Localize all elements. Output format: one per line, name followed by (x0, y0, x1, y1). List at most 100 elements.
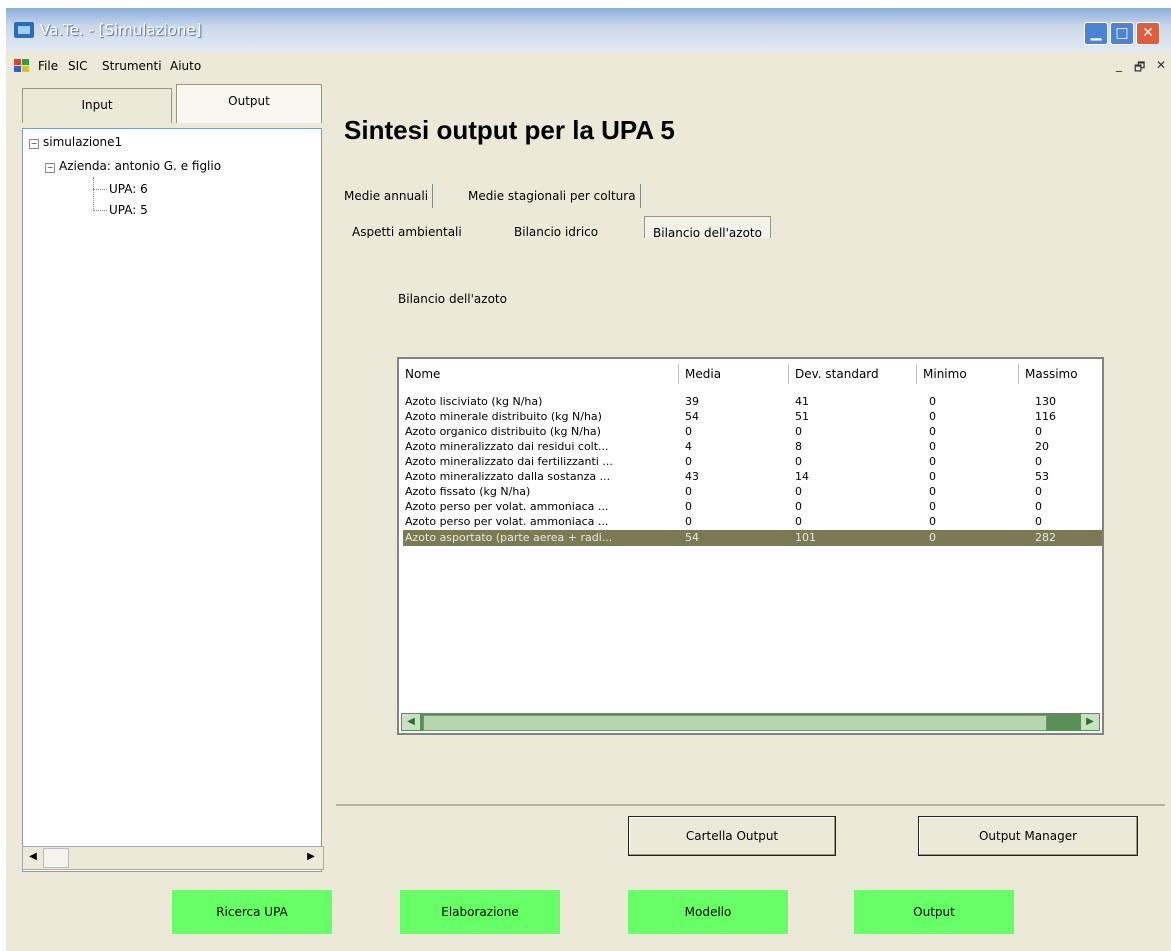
cell-minimo: 0 (929, 410, 936, 423)
scroll-left-icon[interactable]: ◀ (402, 714, 420, 730)
cell-massimo: 0 (1035, 485, 1042, 498)
table-row[interactable]: Azoto lisciviato (kg N/ha) 39 41 0 130 (403, 395, 1102, 409)
app-icon (14, 22, 34, 38)
column-header-nome[interactable]: Nome (401, 364, 679, 384)
menu-sic[interactable]: SIC (68, 59, 88, 73)
tree-horizontal-scrollbar[interactable]: ◀ ▶ (22, 846, 324, 870)
cell-minimo: 0 (929, 455, 936, 468)
modello-button[interactable]: Modello (628, 890, 788, 934)
cell-massimo: 130 (1035, 395, 1056, 408)
section-caption: Bilancio dell'azoto (398, 292, 507, 306)
minimize-button[interactable]: ▁ (1084, 22, 1108, 45)
tab-input[interactable]: Input (22, 88, 172, 123)
cell-nome: Azoto asportato (parte aerea + radi... (405, 531, 613, 544)
tree-line (93, 210, 107, 212)
scrollbar-thumb[interactable] (423, 715, 1047, 731)
tab-medie-stagionali[interactable]: Medie stagionali per coltura (464, 184, 641, 208)
simulation-tree: − simulazione1 − Azienda: antonio G. e f… (22, 128, 322, 872)
scroll-left-icon[interactable]: ◀ (25, 849, 41, 865)
cell-media: 43 (685, 470, 699, 483)
cell-nome: Azoto mineralizzato dai fertilizzanti ..… (405, 455, 613, 468)
cell-nome: Azoto perso per volat. ammoniaca ... (405, 515, 609, 528)
output-manager-button[interactable]: Output Manager (918, 816, 1138, 856)
cell-massimo: 20 (1035, 440, 1049, 453)
tab-medie-annuali[interactable]: Medie annuali (340, 184, 434, 208)
divider (336, 804, 1165, 806)
table-row[interactable]: Azoto mineralizzato dai residui colt... … (403, 440, 1102, 454)
output-button[interactable]: Output (854, 890, 1014, 934)
column-header-minimo[interactable]: Minimo (919, 364, 1019, 384)
cell-media: 0 (685, 455, 692, 468)
table-row[interactable]: Azoto minerale distribuito (kg N/ha) 54 … (403, 410, 1102, 424)
cell-media: 4 (685, 440, 692, 453)
cell-minimo: 0 (929, 500, 936, 513)
cell-nome: Azoto lisciviato (kg N/ha) (405, 395, 543, 408)
menu-aiuto[interactable]: Aiuto (170, 59, 201, 73)
table-row[interactable]: Azoto perso per volat. ammoniaca ... 0 0… (403, 515, 1102, 529)
maximize-button[interactable]: □ (1110, 22, 1134, 45)
cell-media: 54 (685, 410, 699, 423)
close-button[interactable]: ✕ (1136, 22, 1160, 45)
cell-nome: Azoto organico distribuito (kg N/ha) (405, 425, 601, 438)
table-row-selected[interactable]: Azoto asportato (parte aerea + radi... 5… (403, 530, 1102, 546)
cell-dev-standard: 41 (795, 395, 809, 408)
mdi-restore-button[interactable]: 🗗 (1134, 58, 1145, 79)
menu-file[interactable]: File (38, 59, 58, 73)
cell-massimo: 0 (1035, 455, 1042, 468)
cell-massimo: 0 (1035, 425, 1042, 438)
cell-dev-standard: 0 (795, 500, 802, 513)
cell-dev-standard: 8 (795, 440, 802, 453)
cell-media: 0 (685, 515, 692, 528)
table-horizontal-scrollbar[interactable]: ◀ ▶ (401, 713, 1100, 731)
mdi-minimize-button[interactable]: _ (1116, 58, 1122, 72)
cell-dev-standard: 14 (795, 470, 809, 483)
menu-strumenti[interactable]: Strumenti (102, 59, 162, 73)
tree-node-farm[interactable]: Azienda: antonio G. e figlio (59, 159, 221, 173)
cell-minimo: 0 (929, 395, 936, 408)
cell-minimo: 0 (929, 485, 936, 498)
cartella-output-button[interactable]: Cartella Output (628, 816, 836, 856)
cell-media: 0 (685, 485, 692, 498)
cell-minimo: 0 (929, 425, 936, 438)
column-header-media[interactable]: Media (681, 364, 789, 384)
cell-nome: Azoto mineralizzato dai residui colt... (405, 440, 609, 453)
column-header-massimo[interactable]: Massimo (1021, 364, 1102, 384)
scroll-right-icon[interactable]: ▶ (1081, 714, 1099, 730)
table-row[interactable]: Azoto perso per volat. ammoniaca ... 0 0… (403, 500, 1102, 514)
cell-dev-standard: 51 (795, 410, 809, 423)
mdi-close-button[interactable]: ✕ (1156, 58, 1166, 72)
table-row[interactable]: Azoto organico distribuito (kg N/ha) 0 0… (403, 425, 1102, 439)
menu-bar: File SIC Strumenti Aiuto _ 🗗 ✕ (6, 54, 1171, 78)
scroll-right-icon[interactable]: ▶ (303, 849, 319, 865)
table-row[interactable]: Azoto mineralizzato dalla sostanza ... 4… (403, 470, 1102, 484)
cell-nome: Azoto minerale distribuito (kg N/ha) (405, 410, 602, 423)
cell-media: 54 (685, 531, 699, 544)
table-row[interactable]: Azoto fissato (kg N/ha) 0 0 0 0 (403, 485, 1102, 499)
collapse-icon[interactable]: − (29, 139, 39, 149)
column-header-dev-standard[interactable]: Dev. standard (791, 364, 917, 384)
tree-node-upa-6[interactable]: UPA: 6 (109, 182, 148, 196)
cell-massimo: 282 (1035, 531, 1056, 544)
scrollbar-thumb[interactable] (43, 848, 69, 868)
cell-dev-standard: 0 (795, 515, 802, 528)
cell-dev-standard: 0 (795, 455, 802, 468)
collapse-icon[interactable]: − (45, 163, 55, 173)
mdi-child-icon[interactable] (14, 59, 30, 73)
tab-output[interactable]: Output (176, 84, 322, 123)
cell-media: 0 (685, 500, 692, 513)
cell-massimo: 53 (1035, 470, 1049, 483)
tree-line (93, 177, 95, 209)
tree-node-upa-5[interactable]: UPA: 5 (109, 203, 148, 217)
cell-dev-standard: 101 (795, 531, 816, 544)
cell-dev-standard: 0 (795, 485, 802, 498)
tree-line (93, 189, 107, 191)
elaborazione-button[interactable]: Elaborazione (400, 890, 560, 934)
table-row[interactable]: Azoto mineralizzato dai fertilizzanti ..… (403, 455, 1102, 469)
title-bar: Va.Te. - [Simulazione] ▁ □ ✕ (6, 8, 1171, 52)
cell-dev-standard: 0 (795, 425, 802, 438)
left-panel: Input Output − simulazione1 − Azienda: a… (16, 84, 322, 872)
tree-node-simulation[interactable]: simulazione1 (43, 135, 122, 149)
application-window: Va.Te. - [Simulazione] ▁ □ ✕ File SIC St… (6, 8, 1171, 951)
ricerca-upa-button[interactable]: Ricerca UPA (172, 890, 332, 934)
cell-nome: Azoto fissato (kg N/ha) (405, 485, 531, 498)
